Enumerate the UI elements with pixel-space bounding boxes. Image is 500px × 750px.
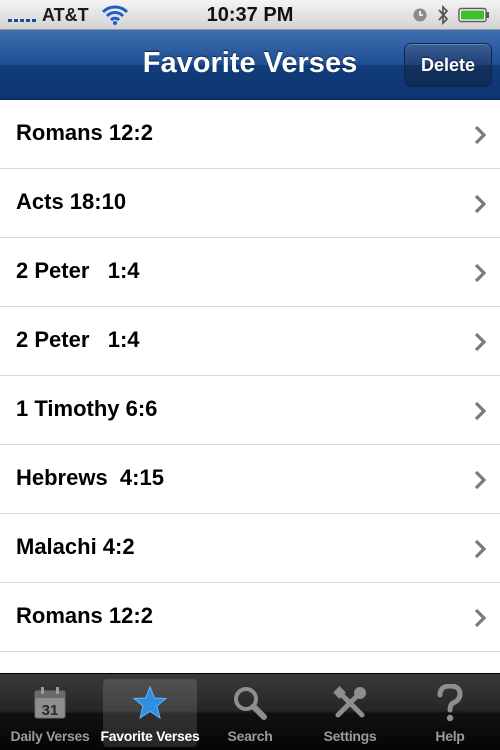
verse-reference: Romans 12:2 bbox=[16, 603, 153, 628]
alarm-clock-icon bbox=[412, 7, 428, 28]
tab-daily-verses[interactable]: 31 Daily Verses bbox=[3, 679, 97, 747]
verse-row[interactable]: Hebrews 4:15 bbox=[0, 445, 500, 514]
delete-button[interactable]: Delete bbox=[404, 43, 492, 87]
verse-row[interactable]: Romans 12:2 bbox=[0, 100, 500, 169]
chevron-right-icon bbox=[474, 125, 487, 150]
bluetooth-icon bbox=[437, 4, 449, 30]
chevron-right-icon bbox=[474, 470, 487, 495]
verse-row-partial[interactable] bbox=[0, 652, 500, 673]
verse-row[interactable]: 2 Peter 1:4 bbox=[0, 307, 500, 376]
star-icon bbox=[103, 683, 197, 723]
tools-icon bbox=[303, 683, 397, 723]
status-right-icons bbox=[412, 4, 490, 30]
chevron-right-icon bbox=[474, 401, 487, 426]
battery-icon bbox=[458, 7, 490, 28]
chevron-right-icon bbox=[474, 194, 487, 219]
tab-label: Favorite Verses bbox=[100, 728, 200, 744]
calendar-day: 31 bbox=[42, 702, 59, 719]
verse-reference: 2 Peter 1:4 bbox=[16, 327, 140, 352]
chevron-right-icon bbox=[474, 539, 487, 564]
verse-reference: 1 Timothy 6:6 bbox=[16, 396, 158, 421]
verse-reference: 2 Peter 1:4 bbox=[16, 258, 140, 283]
verse-row[interactable]: Romans 12:2 bbox=[0, 583, 500, 652]
phone-screen: AT&T 10:37 PM Favorite Verses Delete Rom… bbox=[0, 0, 500, 750]
chevron-right-icon bbox=[474, 263, 487, 288]
verse-reference: Romans 12:2 bbox=[16, 120, 153, 145]
verse-reference: Hebrews 4:15 bbox=[16, 465, 164, 490]
chevron-right-icon bbox=[474, 608, 487, 633]
tab-favorite-verses[interactable]: Favorite Verses bbox=[100, 679, 200, 747]
tab-label: Settings bbox=[323, 728, 377, 744]
verse-row[interactable]: 1 Timothy 6:6 bbox=[0, 376, 500, 445]
question-icon bbox=[403, 683, 497, 723]
chevron-right-icon bbox=[474, 332, 487, 357]
tab-search[interactable]: Search bbox=[203, 679, 297, 747]
tab-bar: 31 Daily Verses Favorite Verses Search S… bbox=[0, 673, 500, 750]
tab-label: Search bbox=[227, 728, 273, 744]
favorite-verses-list: Romans 12:2 Acts 18:10 2 Peter 1:4 2 Pet… bbox=[0, 100, 500, 673]
verse-row[interactable]: Malachi 4:2 bbox=[0, 514, 500, 583]
calendar-icon: 31 bbox=[3, 683, 97, 723]
tab-label: Daily Verses bbox=[10, 728, 90, 744]
magnifier-icon bbox=[203, 683, 297, 723]
tab-settings[interactable]: Settings bbox=[303, 679, 397, 747]
verse-reference: Acts 18:10 bbox=[16, 189, 127, 214]
status-bar: AT&T 10:37 PM bbox=[0, 0, 500, 30]
verse-row[interactable]: Acts 18:10 bbox=[0, 169, 500, 238]
verse-reference: Malachi 4:2 bbox=[16, 534, 135, 559]
tab-help[interactable]: Help bbox=[403, 679, 497, 747]
tab-label: Help bbox=[435, 728, 465, 744]
navigation-bar: Favorite Verses Delete bbox=[0, 30, 500, 100]
verse-row[interactable]: 2 Peter 1:4 bbox=[0, 238, 500, 307]
